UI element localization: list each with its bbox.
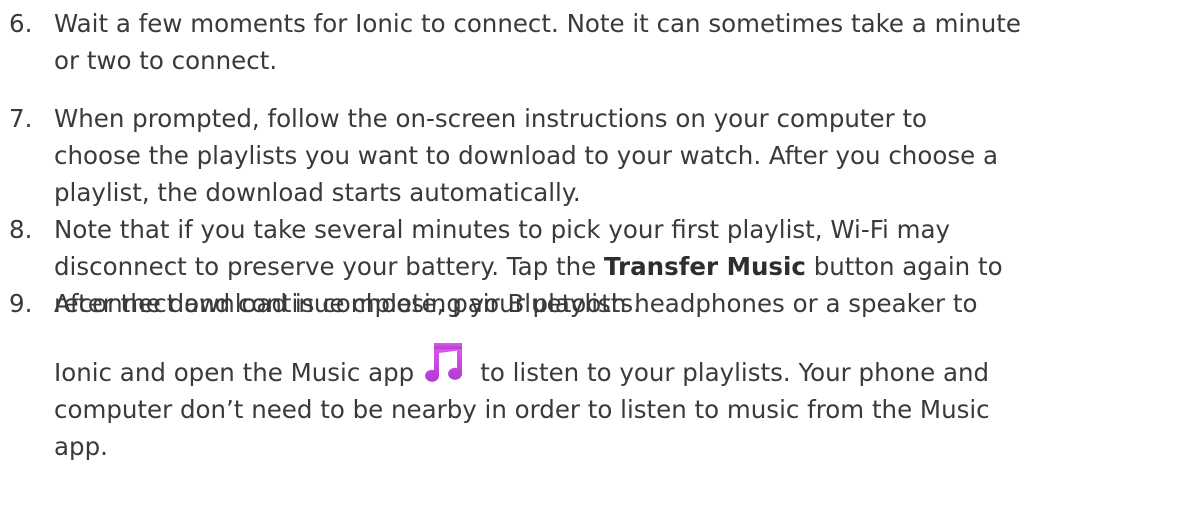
- step-line: disconnect to preserve your battery. Tap…: [54, 248, 1184, 285]
- step-line: or two to connect.: [54, 46, 278, 75]
- step-number: 7.: [9, 104, 33, 133]
- step-text-fragment: to listen to your playlists. Your phone …: [480, 358, 990, 387]
- step-number: 9.: [9, 289, 33, 318]
- step-text: Wait a few moments for Ionic to connect.…: [54, 5, 1184, 79]
- step-line: After the download is complete, pair Blu…: [54, 289, 978, 318]
- step-line: When prompted, follow the on-screen inst…: [54, 104, 928, 133]
- step-text-fragment: disconnect to preserve your battery. Tap…: [54, 252, 605, 281]
- step-line: computer don’t need to be nearby in orde…: [54, 395, 990, 424]
- step-number: 8.: [9, 215, 33, 244]
- step-line: Note that if you take several minutes to…: [54, 215, 950, 244]
- music-note-icon-graphic: [425, 343, 463, 382]
- step-line: choose the playlists you want to downloa…: [54, 141, 998, 170]
- step-text: When prompted, follow the on-screen inst…: [54, 100, 1184, 211]
- instructions-document: 6. Wait a few moments for Ionic to conne…: [0, 0, 1191, 520]
- step-text: After the download is complete, pair Blu…: [54, 285, 1184, 465]
- step-line: Wait a few moments for Ionic to connect.…: [54, 9, 1021, 38]
- step-text-fragment: button again to: [805, 252, 1003, 281]
- music-note-icon: [422, 341, 468, 387]
- step-number: 6.: [9, 9, 33, 38]
- step-line: app.: [54, 432, 108, 461]
- step-text-fragment: Ionic and open the Music app: [54, 358, 415, 387]
- step-line: Ionic and open the Music app to listen t…: [54, 341, 1184, 391]
- transfer-music-label: Transfer Music: [604, 252, 806, 281]
- step-line: playlist, the download starts automatica…: [54, 178, 581, 207]
